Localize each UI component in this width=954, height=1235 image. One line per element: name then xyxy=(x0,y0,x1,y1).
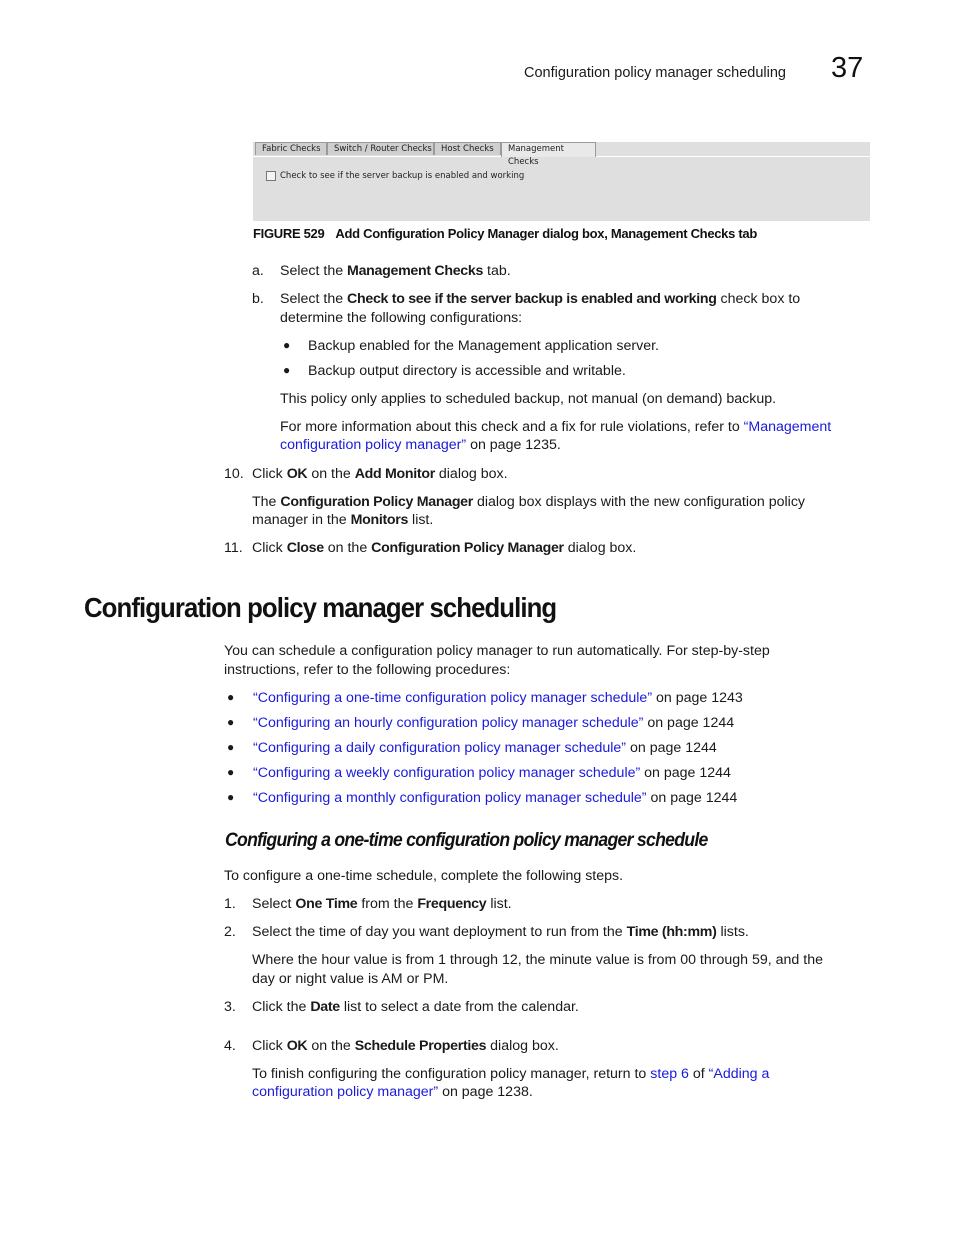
section-intro-line2: instructions, refer to the following pro… xyxy=(224,662,511,678)
step-1-text: Select One Time from the Frequency list. xyxy=(252,896,512,912)
server-backup-checkbox-label: Check to see if the server backup is ena… xyxy=(280,171,525,181)
section-heading: Configuration policy manager scheduling xyxy=(84,592,557,623)
policy-note: This policy only applies to scheduled ba… xyxy=(280,391,777,407)
step-a-text: Select the Management Checks tab. xyxy=(280,263,511,279)
figure-number: FIGURE 529 xyxy=(253,226,325,241)
bullet-icon: ● xyxy=(283,363,291,377)
figure-caption: FIGURE 529 Add Configuration Policy Manag… xyxy=(253,226,757,241)
step-2-desc-line2: day or night value is AM or PM. xyxy=(252,971,449,987)
procedure-link-item: “Configuring a one-time configuration po… xyxy=(253,690,743,706)
procedure-link-item: “Configuring a daily configuration polic… xyxy=(253,740,717,756)
tab-strip: Fabric Checks Switch / Router Checks Hos… xyxy=(253,142,870,167)
bullet-icon: ● xyxy=(227,715,235,729)
procedure-link-item: “Configuring a weekly configuration poli… xyxy=(253,765,731,781)
step-10-text: Click OK on the Add Monitor dialog box. xyxy=(252,466,508,482)
figure-dialog-screenshot: Fabric Checks Switch / Router Checks Hos… xyxy=(253,142,870,221)
server-backup-checkbox-row[interactable]: Check to see if the server backup is ena… xyxy=(266,171,524,181)
tab-fabric-checks[interactable]: Fabric Checks xyxy=(255,142,327,155)
step-3-text: Click the Date list to select a date fro… xyxy=(252,999,579,1015)
step-6-link[interactable]: step 6 xyxy=(650,1066,689,1082)
step-2-text: Select the time of day you want deployme… xyxy=(252,924,749,940)
management-cpm-link-cont[interactable]: configuration policy manager” xyxy=(280,437,466,453)
step-10-desc-line2: manager in the Monitors list. xyxy=(252,512,434,528)
step-a-marker: a. xyxy=(252,263,264,279)
step-11-marker: 11. xyxy=(224,540,243,556)
management-cpm-link[interactable]: “Management xyxy=(744,419,832,435)
bullet-icon: ● xyxy=(227,765,235,779)
running-header-title: Configuration policy manager scheduling xyxy=(524,65,786,81)
step-3-marker: 3. xyxy=(224,999,236,1015)
hourly-schedule-link[interactable]: “Configuring an hourly configuration pol… xyxy=(253,715,643,731)
tab-switch-router-checks[interactable]: Switch / Router Checks xyxy=(327,142,434,155)
chapter-number: 37 xyxy=(831,52,864,84)
subsection-heading: Configuring a one-time configuration pol… xyxy=(225,830,708,851)
procedure-link-item: “Configuring a monthly configuration pol… xyxy=(253,790,738,806)
step-2-desc-line1: Where the hour value is from 1 through 1… xyxy=(252,952,823,968)
bullet-item: Backup output directory is accessible an… xyxy=(308,363,626,379)
figure-caption-text: Add Configuration Policy Manager dialog … xyxy=(335,226,757,241)
step-4-desc-line2: configuration policy manager” on page 12… xyxy=(252,1084,533,1100)
procedure-link-item: “Configuring an hourly configuration pol… xyxy=(253,715,735,731)
bullet-icon: ● xyxy=(227,740,235,754)
one-time-schedule-link[interactable]: “Configuring a one-time configuration po… xyxy=(253,690,652,706)
server-backup-checkbox[interactable] xyxy=(266,171,276,181)
step-b-text: Select the Check to see if the server ba… xyxy=(280,291,801,307)
adding-cpm-link[interactable]: “Adding a xyxy=(709,1066,770,1082)
bullet-icon: ● xyxy=(227,790,235,804)
step-4-desc-line1: To finish configuring the configuration … xyxy=(252,1066,770,1082)
subsection-intro: To configure a one-time schedule, comple… xyxy=(224,868,624,884)
step-10-desc-line1: The Configuration Policy Manager dialog … xyxy=(252,494,806,510)
tab-management-checks[interactable]: Management Checks xyxy=(501,142,596,167)
step-11-text: Click Close on the Configuration Policy … xyxy=(252,540,637,556)
section-intro-line1: You can schedule a configuration policy … xyxy=(224,643,770,659)
bullet-item: Backup enabled for the Management applic… xyxy=(308,338,659,354)
tab-host-checks[interactable]: Host Checks xyxy=(434,142,501,155)
step-2-marker: 2. xyxy=(224,924,236,940)
daily-schedule-link[interactable]: “Configuring a daily configuration polic… xyxy=(253,740,626,756)
adding-cpm-link-cont[interactable]: configuration policy manager” xyxy=(252,1084,438,1100)
step-b-marker: b. xyxy=(252,291,264,307)
step-10-marker: 10. xyxy=(224,466,244,482)
bullet-icon: ● xyxy=(227,690,235,704)
step-4-marker: 4. xyxy=(224,1038,236,1054)
step-1-marker: 1. xyxy=(224,896,236,912)
step-4-text: Click OK on the Schedule Properties dial… xyxy=(252,1038,559,1054)
step-b-text-line2: determine the following configurations: xyxy=(280,310,523,326)
more-info-line1: For more information about this check an… xyxy=(280,419,832,435)
monthly-schedule-link[interactable]: “Configuring a monthly configuration pol… xyxy=(253,790,647,806)
bullet-icon: ● xyxy=(283,338,291,352)
more-info-line2: configuration policy manager” on page 12… xyxy=(280,437,561,453)
weekly-schedule-link[interactable]: “Configuring a weekly configuration poli… xyxy=(253,765,640,781)
